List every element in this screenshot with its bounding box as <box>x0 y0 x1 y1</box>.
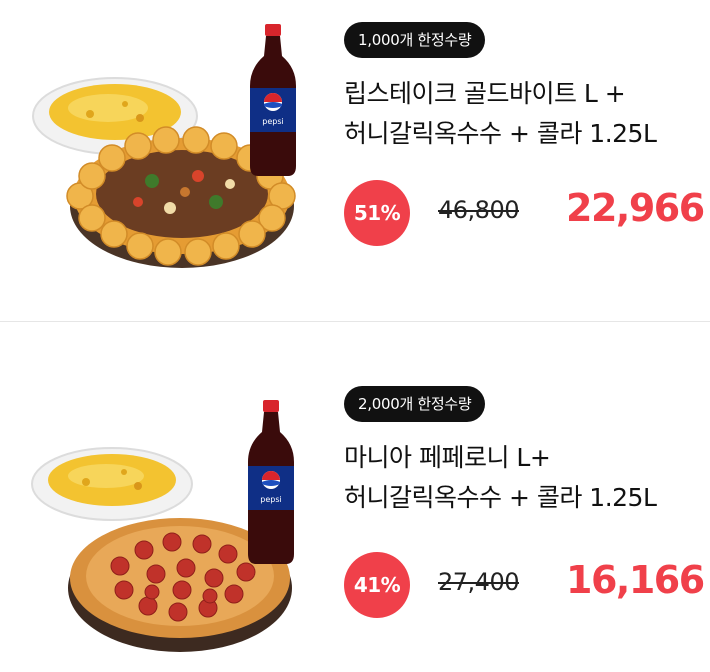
product-title-line1: 립스테이크 골드바이트 L + <box>344 79 626 108</box>
product-card-1[interactable]: pepsi 1,000개 한정수량 립스테이크 골드바이트 L + 허니갈릭옥수… <box>0 0 710 322</box>
discount-badge: 41% <box>344 552 410 618</box>
product-title-line2: 허니갈릭옥수수 + 콜라 1.25L <box>344 119 657 148</box>
product-image-1[interactable]: pepsi <box>20 16 320 296</box>
product-title[interactable]: 마니아 페페로니 L+ 허니갈릭옥수수 + 콜라 1.25L <box>344 438 704 518</box>
product-image-2[interactable]: pepsi <box>20 388 320 668</box>
product-info-1: 1,000개 한정수량 립스테이크 골드바이트 L + 허니갈릭옥수수 + 콜라… <box>344 22 705 246</box>
cola-bottle-image: pepsi <box>248 400 294 564</box>
limited-quantity-badge: 1,000개 한정수량 <box>344 22 486 58</box>
bottle-label-text: pepsi <box>260 495 281 504</box>
sale-price: 22,966 <box>566 186 705 230</box>
price-row: 51% 46,800 22,966 <box>344 180 705 246</box>
cola-bottle-image: pepsi <box>250 24 296 176</box>
price-row: 41% 27,400 16,166 <box>344 552 705 618</box>
bottle-label-text: pepsi <box>262 117 283 126</box>
product-title-line2: 허니갈릭옥수수 + 콜라 1.25L <box>344 483 657 512</box>
product-title[interactable]: 립스테이크 골드바이트 L + 허니갈릭옥수수 + 콜라 1.25L <box>344 74 704 154</box>
product-card-2[interactable]: pepsi 2,000개 한정수량 마니아 페페로니 L+ 허니갈릭옥수수 + … <box>0 322 710 672</box>
discount-badge: 51% <box>344 180 410 246</box>
product-info-2: 2,000개 한정수량 마니아 페페로니 L+ 허니갈릭옥수수 + 콜라 1.2… <box>344 386 705 618</box>
product-title-line1: 마니아 페페로니 L+ <box>344 443 551 472</box>
limited-quantity-badge: 2,000개 한정수량 <box>344 386 486 422</box>
original-price: 46,800 <box>438 196 519 224</box>
sale-price: 16,166 <box>566 558 705 602</box>
original-price: 27,400 <box>438 568 519 596</box>
corn-side-dish-image <box>31 447 193 521</box>
